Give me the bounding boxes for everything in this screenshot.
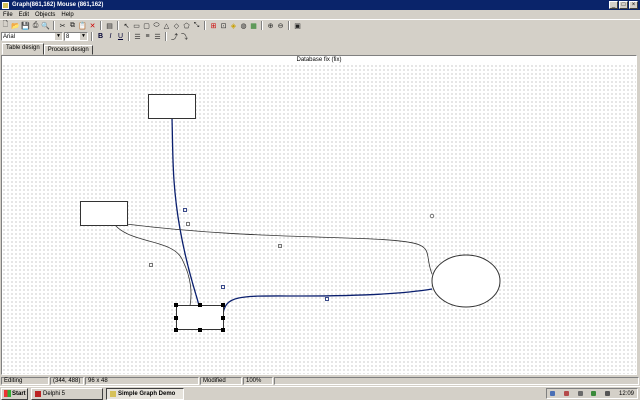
chevron-down-icon[interactable]: ▼ [55,33,62,40]
chevron-down-icon[interactable]: ▼ [80,33,87,40]
app-icon [110,390,116,397]
new-icon[interactable]: 🗋 [1,21,10,30]
ellipse-tool-icon[interactable]: ⬭ [152,21,161,30]
task-label: Delphi 5 [43,390,66,397]
align-center-icon[interactable]: ≡ [143,32,152,41]
ellipse-node[interactable] [431,254,501,308]
maximize-button[interactable]: □ [619,1,628,9]
tab-strip: Table design Process design [0,43,640,55]
status-size: 96 x 48 [85,377,199,385]
delete-icon[interactable]: ✕ [88,21,97,30]
tab-process-design[interactable]: Process design [43,45,93,55]
canvas-title: Database fix (fix) [2,56,636,64]
app-icon [2,1,9,9]
close-button[interactable]: × [629,1,638,9]
link-handle[interactable] [221,285,225,289]
link-tool-icon[interactable]: ⤡ [192,21,201,30]
graph-drawing [80,94,501,332]
layout-icon[interactable]: ▦ [249,21,258,30]
start-button[interactable]: Start [1,387,28,400]
preview-icon[interactable]: 🔍 [41,21,50,30]
font-size-value: 8 [66,33,70,40]
system-tray: 12:09 [546,388,638,399]
open-icon[interactable]: 📂 [11,21,20,30]
print-icon[interactable]: ⎙ [31,21,40,30]
format-toolbar: Arial ▼ 8 ▼ B I U ☰ ≡ ☰ ⤴ ⤵ [0,31,640,42]
link-selected-to-ellipse[interactable] [222,288,433,315]
status-state: Modified [200,377,242,385]
font-size-select[interactable]: 8 ▼ [64,32,88,41]
align-right-icon[interactable]: ☰ [153,32,162,41]
status-bar: Editing (344, 488) 96 x 48 Modified 100% [0,376,640,386]
taskbar-item-delphi[interactable]: Delphi 5 [31,387,103,400]
properties-icon[interactable]: ▤ [105,21,114,30]
menu-objects[interactable]: Objects [35,12,55,18]
bold-button[interactable]: B [96,32,105,41]
triangle-tool-icon[interactable]: △ [162,21,171,30]
rectangle-node-selected[interactable] [176,305,224,330]
link-left-to-selected[interactable] [114,224,192,307]
zoom-out-icon[interactable]: ⊖ [276,21,285,30]
align-left-icon[interactable]: ☰ [133,32,142,41]
align-grid-icon[interactable]: ⊞ [209,21,218,30]
clock[interactable]: 12:09 [619,391,634,397]
link-handle[interactable] [278,244,282,248]
main-toolbar: 🗋 📂 💾 ⎙ 🔍 ✂ ⧉ 📋 ✕ ▤ ↖ ▭ ▢ ⬭ △ ◇ ⬠ ⤡ ⊞ ⊡ … [0,19,640,31]
link-handle[interactable] [149,263,153,267]
zoom-in-icon[interactable]: ⊕ [266,21,275,30]
windows-logo-icon [4,390,11,397]
rectangle-tool-icon[interactable]: ▭ [132,21,141,30]
volume-icon[interactable] [605,391,611,396]
rounded-rectangle-tool-icon[interactable]: ▢ [142,21,151,30]
printer-icon[interactable] [577,391,583,396]
status-coords: (344, 488) [50,377,84,385]
menu-help[interactable]: Help [61,12,73,18]
taskbar: Start Delphi 5 Simple Graph Demo 12:09 [0,386,640,400]
link-top-to-selected[interactable] [171,117,200,307]
about-icon[interactable]: ▣ [293,21,302,30]
network-icon[interactable] [550,391,555,396]
graph-canvas[interactable] [2,64,636,374]
status-mode: Editing [1,377,49,385]
link-handle[interactable] [325,297,329,301]
diamond-tool-icon[interactable]: ◇ [172,21,181,30]
menu-edit[interactable]: Edit [19,12,29,18]
select-pointer-icon[interactable]: ↖ [122,21,131,30]
menu-bar: File Edit Objects Help [0,10,640,19]
font-name-value: Arial [3,33,16,40]
minimize-button[interactable]: _ [609,1,618,9]
status-extra [274,377,639,385]
graph-panel: Database fix (fix) [1,55,637,375]
antivirus-icon[interactable] [563,391,569,396]
paste-icon[interactable]: 📋 [78,21,87,30]
text-color-icon[interactable]: ◍ [239,21,248,30]
color-fill-icon[interactable]: ◈ [229,21,238,30]
size-grid-icon[interactable]: ⊡ [219,21,228,30]
rectangle-node-top[interactable] [148,94,196,119]
underline-button[interactable]: U [116,32,125,41]
menu-file[interactable]: File [3,12,13,18]
link-style-icon[interactable]: ⤴ [170,32,179,41]
title-bar: Graph(861,162) Mouse (861,162) _ □ × [0,0,640,10]
start-label: Start [12,390,26,397]
pentagon-tool-icon[interactable]: ⬠ [182,21,191,30]
task-label: Simple Graph Demo [118,390,176,397]
cut-icon[interactable]: ✂ [58,21,67,30]
copy-icon[interactable]: ⧉ [68,21,77,30]
italic-button[interactable]: I [106,32,115,41]
status-zoom: 100% [243,377,273,385]
tab-table-design[interactable]: Table design [2,43,44,55]
taskbar-item-graph-demo[interactable]: Simple Graph Demo [106,387,184,400]
font-name-select[interactable]: Arial ▼ [1,32,63,41]
link-handle[interactable] [183,208,187,212]
language-icon[interactable] [591,391,597,396]
link-handle[interactable] [429,213,435,219]
link-handle[interactable] [186,222,190,226]
delphi-icon [35,390,41,397]
window-title: Graph(861,162) Mouse (861,162) [12,2,104,8]
rectangle-node-left[interactable] [80,201,128,226]
link-route-icon[interactable]: ⤵ [180,32,189,41]
save-icon[interactable]: 💾 [21,21,30,30]
